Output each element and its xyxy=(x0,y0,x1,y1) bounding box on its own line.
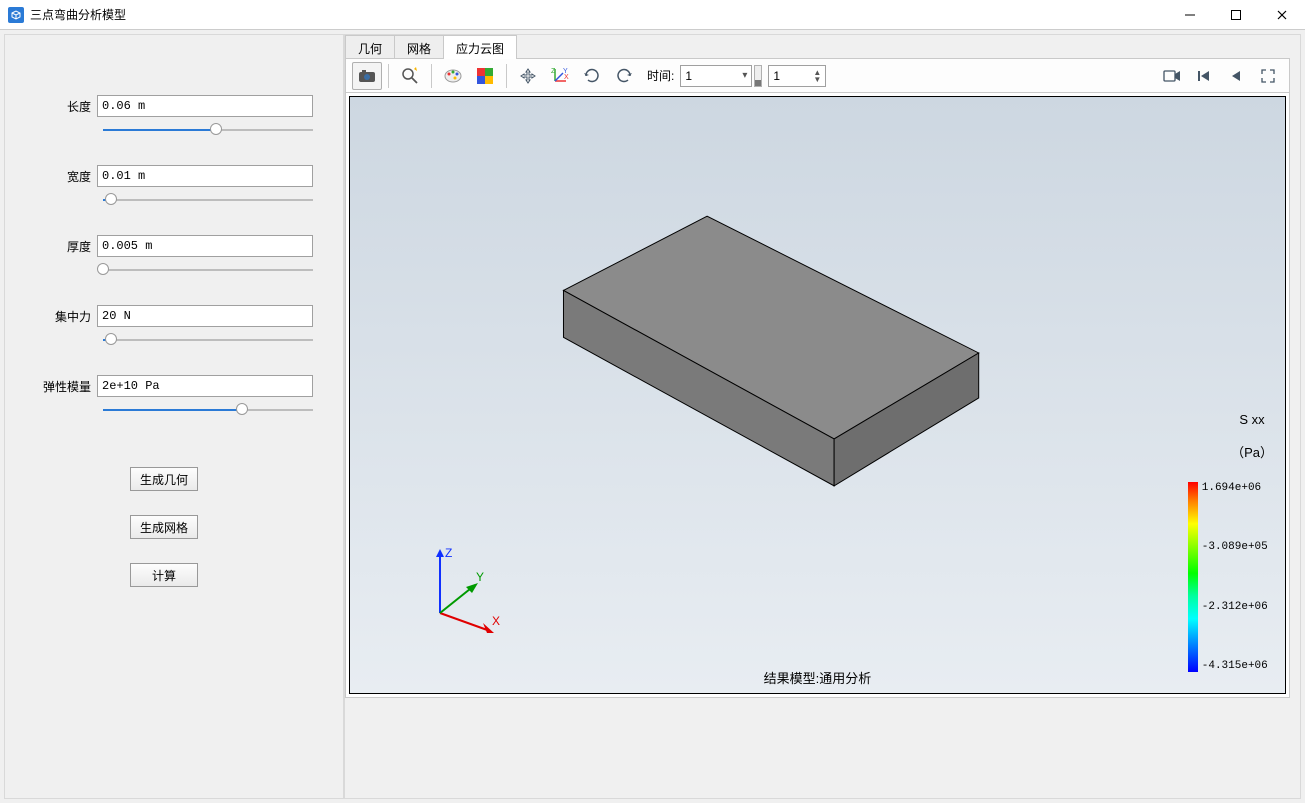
orientation-triad: Z X Y xyxy=(420,543,530,633)
width-input[interactable] xyxy=(97,165,313,187)
tab-geometry[interactable]: 几何 xyxy=(345,35,395,59)
expand-icon[interactable] xyxy=(1253,62,1283,90)
result-caption: 结果模型:通用分析 xyxy=(350,668,1285,687)
time-combo-value: 1 xyxy=(685,69,692,83)
legend-tick: -2.312e+06 xyxy=(1202,601,1268,613)
width-slider[interactable] xyxy=(103,193,313,207)
rotate-cw-icon[interactable] xyxy=(609,62,639,90)
svg-text:Y: Y xyxy=(476,570,484,584)
window-title: 三点弯曲分析模型 xyxy=(30,6,126,23)
force-label: 集中力 xyxy=(15,308,97,325)
force-input[interactable] xyxy=(97,305,313,327)
maximize-button[interactable] xyxy=(1213,0,1259,30)
young-input[interactable] xyxy=(97,375,313,397)
close-button[interactable] xyxy=(1259,0,1305,30)
legend-tick: -3.089e+05 xyxy=(1202,541,1268,553)
time-label: 时间: xyxy=(647,67,674,84)
length-input[interactable] xyxy=(97,95,313,117)
frame-spin[interactable]: 1 ▲▼ xyxy=(768,65,826,87)
view-tabs: 几何 网格 应力云图 xyxy=(345,35,516,59)
length-label: 长度 xyxy=(15,98,97,115)
generate-mesh-button[interactable]: 生成网格 xyxy=(130,515,198,539)
legend-colorbar xyxy=(1188,482,1198,672)
frame-mini-slider[interactable] xyxy=(754,65,762,87)
svg-text:X: X xyxy=(564,74,569,81)
length-slider[interactable] xyxy=(103,123,313,137)
svg-text:X: X xyxy=(492,614,500,628)
svg-text:Z: Z xyxy=(551,68,556,75)
viewport-panel: 几何 网格 应力云图 xyxy=(344,34,1301,799)
tab-mesh[interactable]: 网格 xyxy=(394,35,444,59)
thick-label: 厚度 xyxy=(15,238,97,255)
compute-button[interactable]: 计算 xyxy=(130,563,198,587)
frame-spin-value: 1 xyxy=(773,69,780,83)
step-first-icon[interactable] xyxy=(1189,62,1219,90)
time-combo[interactable]: 1 ▾ xyxy=(680,65,752,87)
thick-input[interactable] xyxy=(97,235,313,257)
generate-geometry-button[interactable]: 生成几何 xyxy=(130,467,198,491)
camera-icon[interactable] xyxy=(352,62,382,90)
palette-icon[interactable] xyxy=(438,62,468,90)
legend-tick: 1.694e+06 xyxy=(1202,482,1268,494)
color-legend: S xx （Pa） 1.694e+06 -3.089e+05 -2.312e+0… xyxy=(1188,397,1273,672)
spin-buttons-icon: ▲▼ xyxy=(813,69,821,83)
minimize-button[interactable] xyxy=(1167,0,1213,30)
titlebar: 三点弯曲分析模型 xyxy=(0,0,1305,30)
zoom-icon[interactable] xyxy=(395,62,425,90)
viewport-3d[interactable]: Z X Y S xx （Pa） xyxy=(349,96,1286,694)
step-back-icon[interactable] xyxy=(1221,62,1251,90)
svg-text:Z: Z xyxy=(445,546,452,560)
young-label: 弹性模量 xyxy=(15,378,97,395)
legend-title-1: S xx xyxy=(1239,412,1264,427)
color-cube-icon[interactable] xyxy=(470,62,500,90)
pan-icon[interactable] xyxy=(513,62,543,90)
thick-slider[interactable] xyxy=(103,263,313,277)
legend-title-2: （Pa） xyxy=(1231,445,1273,460)
rotate-ccw-icon[interactable] xyxy=(577,62,607,90)
app-icon xyxy=(8,7,24,23)
viewport-toolbar: Z XY 时间: 1 ▾ 1 ▲▼ xyxy=(346,59,1289,93)
width-label: 宽度 xyxy=(15,168,97,185)
video-icon[interactable] xyxy=(1157,62,1187,90)
svg-text:Y: Y xyxy=(563,68,568,75)
tab-stress[interactable]: 应力云图 xyxy=(443,35,517,59)
parameter-panel: 长度 宽度 厚度 集中力 xyxy=(4,34,344,799)
young-slider[interactable] xyxy=(103,403,313,417)
chevron-down-icon: ▾ xyxy=(742,70,747,81)
force-slider[interactable] xyxy=(103,333,313,347)
axes-icon[interactable]: Z XY xyxy=(545,62,575,90)
